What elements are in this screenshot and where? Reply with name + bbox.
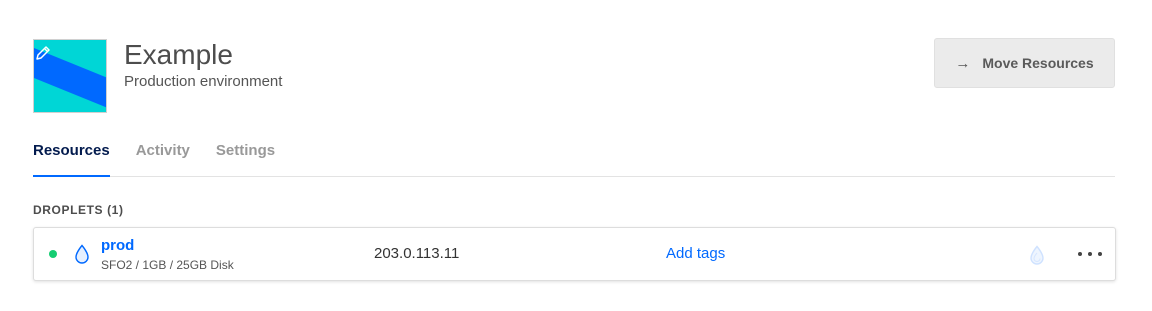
- project-header: Example Production environment: [33, 39, 282, 113]
- page-title: Example: [124, 39, 233, 70]
- droplet-icon: [75, 244, 89, 264]
- droplets-section-label: DROPLETS (1): [33, 203, 124, 217]
- droplet-row: prod SFO2 / 1GB / 25GB Disk 203.0.113.11…: [33, 227, 1116, 281]
- tab-settings[interactable]: Settings: [216, 132, 275, 177]
- add-tags-link[interactable]: Add tags: [666, 245, 725, 262]
- move-resources-button[interactable]: → Move Resources: [934, 38, 1115, 88]
- tab-activity[interactable]: Activity: [136, 132, 190, 177]
- droplet-ip: 203.0.113.11: [374, 245, 460, 262]
- project-avatar[interactable]: [33, 39, 107, 113]
- monitoring-droplet-icon[interactable]: [1029, 245, 1045, 265]
- pencil-icon[interactable]: [34, 44, 52, 62]
- more-dot: [1098, 252, 1102, 256]
- more-dot: [1078, 252, 1082, 256]
- droplet-spec: SFO2 / 1GB / 25GB Disk: [101, 258, 234, 272]
- status-indicator: [49, 250, 57, 258]
- project-description: Production environment: [124, 73, 283, 90]
- project-tabs: Resources Activity Settings: [33, 132, 1115, 177]
- arrow-right-icon: →: [955, 54, 971, 72]
- more-dot: [1088, 252, 1092, 256]
- droplet-name-link[interactable]: prod: [101, 237, 134, 254]
- project-title-block: Example Production environment: [124, 39, 282, 92]
- move-resources-label: Move Resources: [982, 55, 1094, 71]
- tab-resources[interactable]: Resources: [33, 132, 110, 177]
- more-icon[interactable]: [1078, 246, 1102, 262]
